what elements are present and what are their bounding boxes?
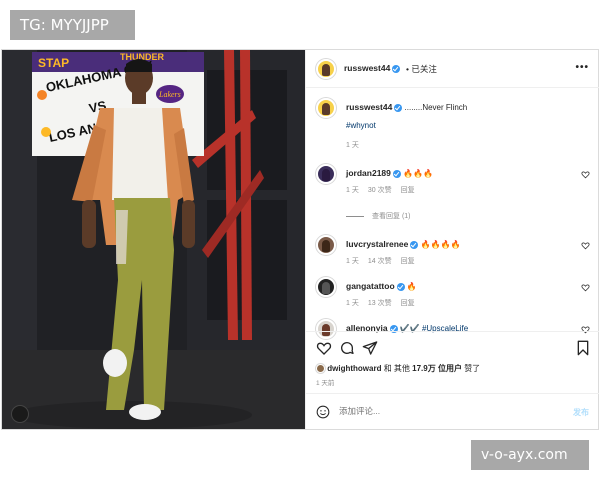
liker-avatar [316,364,325,374]
verified-icon [394,103,403,112]
comment-line: gangatattoo 🔥 [346,281,417,291]
caption-line: russwest44 ........Never Flinch [346,102,467,112]
caption: russwest44 ........Never Flinch #whynot … [306,98,599,158]
comment-like-icon[interactable] [581,283,590,292]
lakers-logo [41,127,51,137]
comment-likes[interactable]: 30 次赞 [368,187,392,194]
comment-like-icon[interactable] [581,241,590,250]
likes-count[interactable]: 17.9万 位用户 [412,364,462,373]
commenter-avatar[interactable] [316,277,336,297]
post-header: russwest44 • 已关注 ••• [306,50,599,88]
photo-illustration: STAP THUNDER OKLAHOMA CITY VS LOS ANGELE… [2,50,305,429]
page: TG: MYYJJPP STAP THUNDER OKLAHOMA CITY V… [0,0,600,480]
share-send-icon[interactable] [362,340,378,356]
verified-icon [410,240,419,249]
follow-status[interactable]: • 已关注 [406,63,437,75]
post-age: 1 天前 [316,380,335,387]
save-bookmark-icon[interactable] [575,340,591,356]
add-comment-input[interactable] [339,406,539,416]
comment-likes[interactable]: 14 次赞 [368,258,392,265]
thunder-logo [37,90,47,100]
likes-summary[interactable]: dwighthoward 和 其他 17.9万 位用户 赞了 [316,363,480,374]
verified-icon [396,282,405,291]
sign-text-stap: STAP [38,56,69,70]
comment-likes[interactable]: 13 次赞 [368,300,392,307]
user-tag-icon[interactable] [11,405,29,423]
instagram-post: STAP THUNDER OKLAHOMA CITY VS LOS ANGELE… [1,49,599,430]
caption-username[interactable]: russwest44 [346,102,392,112]
add-comment-bar: 发布 [306,393,599,429]
verified-icon [392,64,401,73]
commenter-username[interactable]: gangatattoo [346,281,395,291]
comment-item: gangatattoo 🔥 1 天 13 次赞 回复 [306,277,599,322]
comment-meta: 1 天 14 次赞 回复 [346,256,424,266]
comment-time: 1 天 [346,258,359,265]
comment-item: luvcrystalrenee 🔥🔥🔥🔥 1 天 14 次赞 回复 [306,235,599,280]
comment-text: 🔥 [406,282,417,291]
more-options-icon[interactable]: ••• [575,62,589,73]
caption-hashtag[interactable]: #whynot [346,121,376,130]
commenter-avatar[interactable] [316,164,336,184]
caption-avatar[interactable] [316,98,336,118]
reply-button[interactable]: 回复 [401,300,415,307]
comment-meta: 1 天 30 次赞 回复 [346,185,424,195]
verified-icon [392,169,401,178]
commenter-username[interactable]: jordan2189 [346,168,391,178]
sign-text-lakers: Lakers [158,90,181,99]
post-comment-button[interactable]: 发布 [573,407,589,418]
likes-connector: 和 其他 [383,364,410,373]
comment-like-icon[interactable] [581,170,590,179]
comment-text: 🔥🔥🔥 [403,169,434,178]
caption-time: 1 天 [346,142,359,149]
commenter-username[interactable]: luvcrystalrenee [346,239,408,249]
comment-meta: 1 天 13 次赞 回复 [346,298,424,308]
commenter-avatar[interactable] [316,235,336,255]
post-side-panel: russwest44 • 已关注 ••• russwest44 ........… [305,50,599,429]
reply-button[interactable]: 回复 [401,187,415,194]
comment-time: 1 天 [346,300,359,307]
comment-text: 🔥🔥🔥🔥 [420,240,461,249]
watermark-top-left: TG: MYYJJPP [10,10,135,40]
reply-button[interactable]: 回复 [401,258,415,265]
liker-username[interactable]: dwighthoward [327,364,381,373]
action-bar [306,331,599,361]
comment-line: luvcrystalrenee 🔥🔥🔥🔥 [346,239,460,249]
emoji-smile-icon[interactable] [316,405,330,419]
author-username[interactable]: russwest44 [344,63,401,73]
comment-time: 1 天 [346,187,359,194]
likes-suffix: 赞了 [464,364,481,373]
comment-bubble-icon[interactable] [339,340,355,356]
like-heart-icon[interactable] [316,340,332,356]
comment-line: jordan2189 🔥🔥🔥 [346,168,433,178]
author-avatar[interactable] [316,59,336,79]
caption-text: ........Never Flinch [404,103,468,112]
comment-item: jordan2189 🔥🔥🔥 1 天 30 次赞 回复 [306,164,599,209]
watermark-bottom-right: v-o-ayx.com [471,440,589,470]
post-photo[interactable]: STAP THUNDER OKLAHOMA CITY VS LOS ANGELE… [2,50,305,429]
view-replies-button[interactable]: 查看回复 (1) [346,211,411,221]
